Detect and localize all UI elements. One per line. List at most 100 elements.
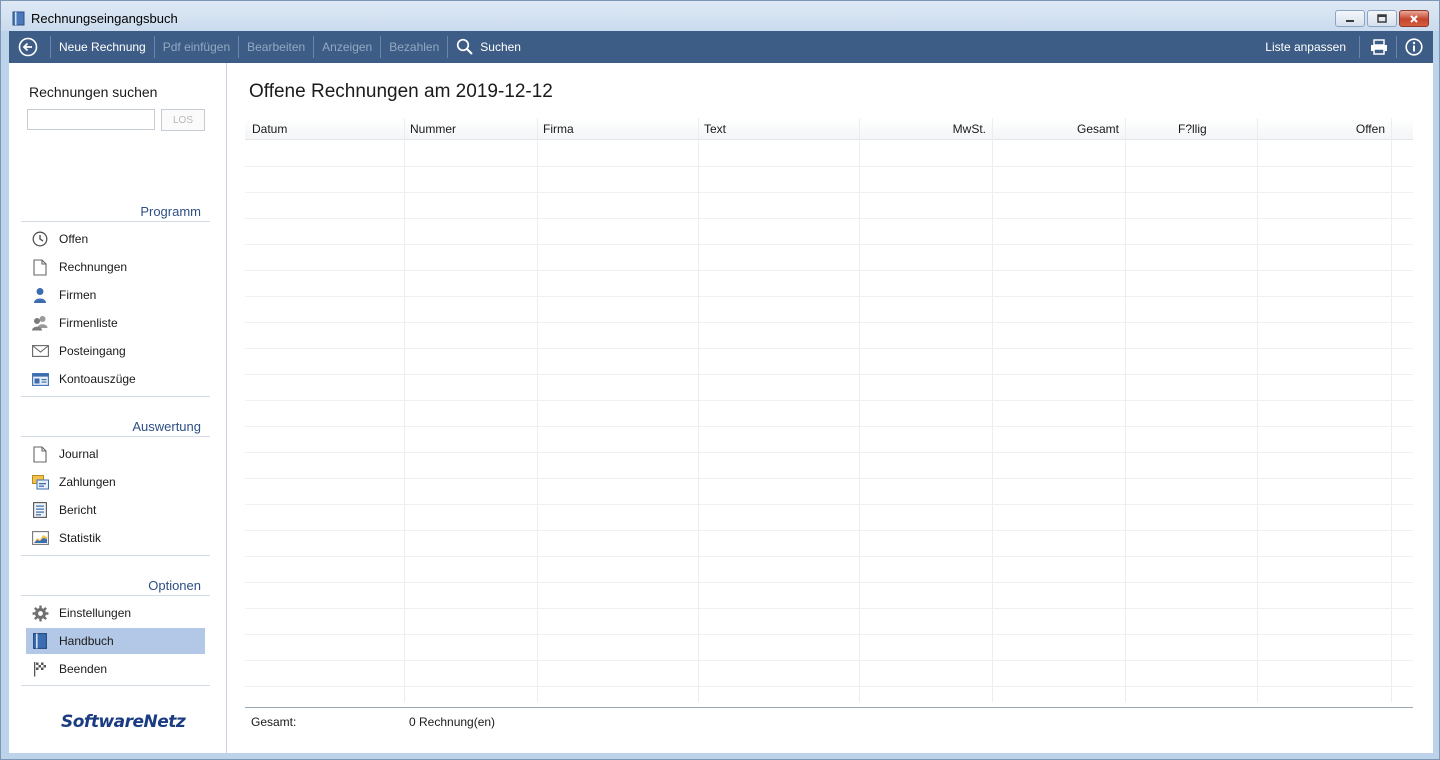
- row-divider: [245, 296, 1413, 297]
- section-head-auswertung: Auswertung: [132, 419, 201, 434]
- print-button[interactable]: [1364, 31, 1394, 63]
- section-divider: [21, 221, 210, 222]
- toolbar: Neue Rechnung Pdf einfügen Bearbeiten An…: [9, 31, 1433, 63]
- view-button[interactable]: Anzeigen: [321, 40, 373, 54]
- sidebar-item-label: Handbuch: [59, 634, 114, 648]
- column-header-nummer[interactable]: Nummer: [410, 122, 456, 136]
- toolbar-separator: [50, 36, 51, 58]
- toolbar-separator: [1396, 36, 1397, 58]
- row-divider: [245, 452, 1413, 453]
- minimize-icon: [1336, 11, 1364, 26]
- sidebar-item-handbuch[interactable]: Handbuch: [26, 628, 205, 654]
- restore-button[interactable]: [1367, 10, 1397, 27]
- invoice-table[interactable]: Datum Nummer Firma Text MwSt. Gesamt F?l…: [245, 118, 1413, 702]
- column-header-firma[interactable]: Firma: [543, 122, 574, 136]
- sidebar-item-kontoauszuege[interactable]: Kontoauszüge: [26, 366, 205, 392]
- new-invoice-button[interactable]: Neue Rechnung: [58, 40, 147, 54]
- row-divider: [245, 244, 1413, 245]
- row-divider: [245, 322, 1413, 323]
- book-icon: [12, 11, 25, 26]
- minimize-button[interactable]: [1335, 10, 1365, 27]
- info-icon: [1405, 38, 1423, 56]
- sidebar-item-label: Beenden: [59, 662, 108, 676]
- toolbar-separator: [238, 36, 240, 58]
- column-divider: [1257, 118, 1258, 702]
- search-go-button[interactable]: LOS: [161, 109, 205, 131]
- toolbar-separator: [447, 36, 449, 58]
- app-window: Rechnungseingangsbuch Neue Rechnung Pdf …: [0, 0, 1440, 760]
- pay-button[interactable]: Bezahlen: [388, 40, 440, 54]
- column-divider: [992, 118, 993, 702]
- sidebar-item-bericht[interactable]: Bericht: [26, 497, 205, 523]
- row-divider: [245, 270, 1413, 271]
- sidebar-item-label: Zahlungen: [59, 475, 116, 489]
- title-bar[interactable]: Rechnungseingangsbuch: [1, 1, 1439, 31]
- section-divider: [21, 396, 210, 397]
- row-divider: [245, 166, 1413, 167]
- search-button[interactable]: Suchen: [455, 38, 522, 56]
- sidebar-item-statistik[interactable]: Statistik: [26, 525, 205, 551]
- section-head-programm: Programm: [140, 204, 201, 219]
- info-button[interactable]: [1399, 31, 1429, 63]
- toolbar-right: Liste anpassen: [1264, 31, 1433, 63]
- content-area: Rechnungen suchen LOS Programm Offen Rec…: [9, 63, 1433, 753]
- sidebar-item-journal[interactable]: Journal: [26, 441, 205, 467]
- toolbar-separator: [380, 36, 382, 58]
- footer-invoice-count: 0 Rechnung(en): [409, 715, 496, 729]
- sidebar: Rechnungen suchen LOS Programm Offen Rec…: [9, 63, 227, 753]
- sidebar-item-rechnungen[interactable]: Rechnungen: [26, 254, 205, 280]
- row-divider: [245, 608, 1413, 609]
- column-header-gesamt[interactable]: Gesamt: [998, 122, 1119, 136]
- table-header: Datum Nummer Firma Text MwSt. Gesamt F?l…: [245, 118, 1413, 140]
- sidebar-item-label: Posteingang: [59, 344, 126, 358]
- envelope-icon: [27, 338, 53, 364]
- sidebar-item-label: Journal: [59, 447, 99, 461]
- row-divider: [245, 374, 1413, 375]
- row-divider: [245, 348, 1413, 349]
- close-icon: [1400, 11, 1428, 26]
- sidebar-item-label: Firmenliste: [59, 316, 118, 330]
- toolbar-separator: [313, 36, 315, 58]
- sidebar-item-label: Rechnungen: [59, 260, 128, 274]
- sidebar-item-offen[interactable]: Offen: [26, 226, 205, 252]
- column-header-text[interactable]: Text: [704, 122, 726, 136]
- row-divider: [245, 530, 1413, 531]
- column-header-mwst[interactable]: MwSt.: [865, 122, 986, 136]
- sidebar-item-posteingang[interactable]: Posteingang: [26, 338, 205, 364]
- person-icon: [27, 282, 53, 308]
- clock-icon: [27, 226, 53, 252]
- sidebar-item-label: Statistik: [59, 531, 102, 545]
- sidebar-item-firmenliste[interactable]: Firmenliste: [26, 310, 205, 336]
- back-arrow-circle-icon: [18, 37, 38, 57]
- column-header-datum[interactable]: Datum: [252, 122, 287, 136]
- invoice-search-input[interactable]: [27, 109, 155, 130]
- back-button[interactable]: [13, 31, 43, 63]
- search-icon: [457, 38, 473, 55]
- row-divider: [245, 192, 1413, 193]
- row-divider: [245, 556, 1413, 557]
- column-header-faellig[interactable]: F?llig: [1178, 122, 1207, 136]
- edit-button[interactable]: Bearbeiten: [246, 40, 306, 54]
- column-header-offen[interactable]: Offen: [1264, 122, 1385, 136]
- sidebar-item-firmen[interactable]: Firmen: [26, 282, 205, 308]
- row-divider: [245, 660, 1413, 661]
- section-divider: [21, 555, 210, 556]
- sidebar-item-beenden[interactable]: Beenden: [26, 656, 205, 682]
- chart-icon: [27, 525, 53, 551]
- finish-flag-icon: [27, 656, 53, 682]
- page-title: Offene Rechnungen am 2019-12-12: [249, 81, 553, 102]
- row-divider: [245, 478, 1413, 479]
- close-button[interactable]: [1399, 10, 1429, 27]
- insert-pdf-button[interactable]: Pdf einfügen: [162, 40, 231, 54]
- gear-icon: [27, 600, 53, 626]
- sidebar-item-label: Offen: [59, 232, 89, 246]
- column-divider: [537, 118, 538, 702]
- row-divider: [245, 582, 1413, 583]
- window-controls: [1335, 10, 1429, 27]
- customize-list-button[interactable]: Liste anpassen: [1264, 40, 1347, 54]
- printer-icon: [1371, 39, 1387, 55]
- sidebar-item-label: Firmen: [59, 288, 97, 302]
- footer-divider: [245, 707, 1413, 708]
- sidebar-item-zahlungen[interactable]: Zahlungen: [26, 469, 205, 495]
- sidebar-item-einstellungen[interactable]: Einstellungen: [26, 600, 205, 626]
